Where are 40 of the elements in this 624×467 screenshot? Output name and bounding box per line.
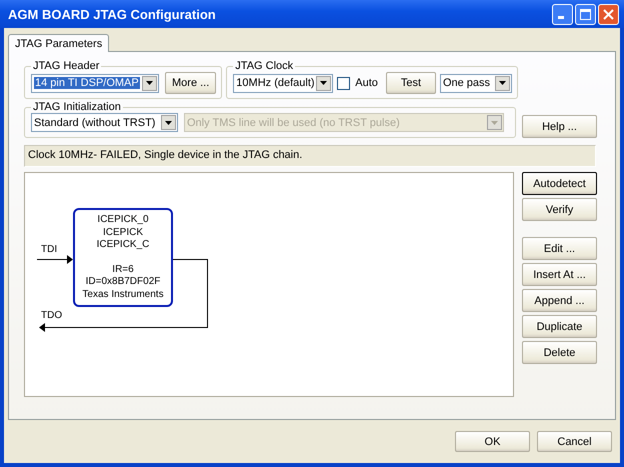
action-button[interactable]: Insert At ...	[522, 263, 597, 286]
minimize-button[interactable]	[552, 4, 573, 24]
auto-label: Auto	[355, 77, 378, 89]
device-name: ICEPICK_C	[96, 239, 150, 252]
tdo-label: TDO	[41, 310, 62, 321]
auto-checkbox[interactable]	[337, 76, 350, 90]
tab[interactable]: JTAG Parameters	[8, 34, 110, 52]
group-label: JTAG Clock	[234, 60, 294, 72]
dialog-button[interactable]: OK	[455, 431, 530, 452]
more-button[interactable]: More ...	[165, 72, 216, 94]
group-label: JTAG Header	[32, 60, 100, 72]
device-name: ICEPICK	[102, 226, 143, 239]
mode-dropdown[interactable]: One pass	[440, 74, 512, 92]
device-detail: ID=0x8B7DF02F	[86, 276, 160, 288]
action-button[interactable]: Append ...	[522, 289, 597, 312]
action-button[interactable]: Autodetect	[522, 172, 597, 195]
action-button[interactable]: Verify	[522, 198, 597, 221]
init-dropdown[interactable]: Standard (without TRST)	[31, 113, 178, 132]
minimize-icon	[558, 16, 564, 18]
action-button[interactable]: Edit ...	[522, 237, 597, 260]
device-detail: IR=6	[112, 264, 134, 276]
action-button[interactable]: Duplicate	[522, 315, 597, 338]
maximize-icon	[580, 8, 591, 20]
status-message: Clock 10MHz- FAILED, Single device in the JTAG chain.	[24, 145, 596, 167]
dialog-button[interactable]: Cancel	[537, 431, 612, 452]
header-dropdown[interactable]: 14 pin TI DSP/OMAP	[31, 74, 159, 92]
device-name: ICEPICK_0	[97, 214, 149, 226]
clock-dropdown[interactable]: 10MHz (default)	[233, 74, 334, 92]
device-detail: Texas Instruments	[82, 288, 164, 301]
action-button[interactable]: Delete	[522, 341, 597, 364]
close-button[interactable]	[598, 4, 619, 24]
tdi-arrow	[36, 255, 73, 264]
test-button[interactable]: Test	[386, 72, 436, 94]
close-icon	[603, 8, 614, 20]
maximize-button[interactable]	[575, 4, 596, 24]
tdi-label: TDI	[41, 244, 58, 255]
device-node[interactable]: ICEPICK_0 ICEPICK ICEPICK_C IR=6 ID=0x8B7DF02F Texas Instruments	[73, 208, 173, 307]
help-button[interactable]: Help ...	[522, 115, 597, 138]
group-label: JTAG Initialization	[32, 101, 122, 113]
window-title: AGM BOARD JTAG Configuration	[8, 6, 216, 22]
